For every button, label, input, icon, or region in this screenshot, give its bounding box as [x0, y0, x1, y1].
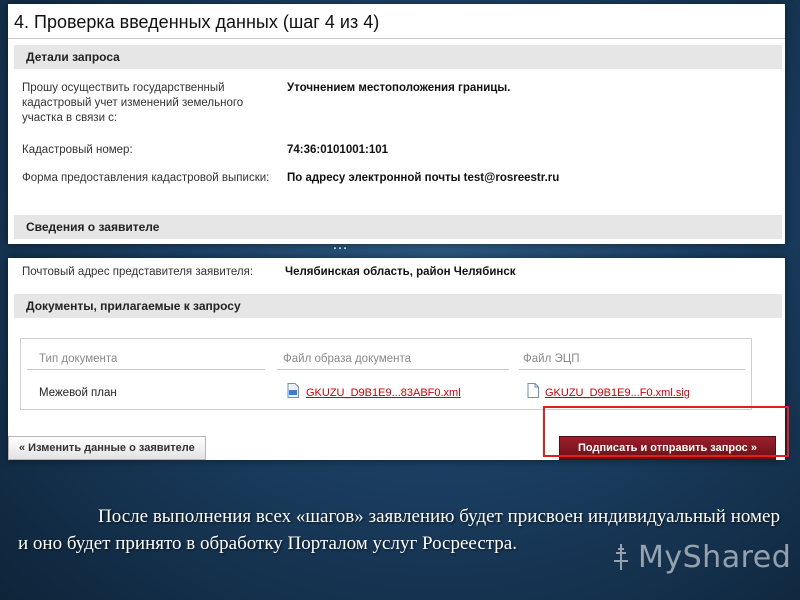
- change-applicant-button[interactable]: « Изменить данные о заявителе: [8, 436, 206, 460]
- field-label-delivery-form: Форма предоставления кадастровой выписки…: [22, 172, 270, 184]
- page-title: 4. Проверка введенных данных (шаг 4 из 4…: [14, 12, 379, 33]
- section-header-documents: Документы, прилагаемые к запросу: [14, 294, 782, 318]
- column-header-doc-type: Тип документа: [39, 353, 118, 365]
- request-summary-panel: 4. Проверка введенных данных (шаг 4 из 4…: [8, 4, 785, 244]
- documents-table: Тип документа Файл образа документа Файл…: [20, 338, 752, 410]
- title-divider: [8, 38, 785, 39]
- watermark-text: MyShared: [638, 540, 792, 575]
- column-divider: [277, 369, 509, 370]
- column-header-image-file: Файл образа документа: [283, 353, 412, 365]
- page-title-step: (шаг 4 из 4): [282, 12, 380, 32]
- doc-type-cell: Межевой план: [39, 387, 117, 399]
- postal-address-label: Почтовый адрес представителя заявителя:: [22, 266, 254, 278]
- omitted-content-ellipsis: …: [332, 236, 350, 253]
- column-divider: [519, 369, 745, 370]
- section-header-request-details: Детали запроса: [14, 45, 782, 69]
- field-value-delivery-form: По адресу электронной почты test@rosrees…: [287, 172, 560, 184]
- column-divider: [27, 369, 265, 370]
- field-value-reason: Уточнением местоположения границы.: [287, 82, 511, 94]
- tower-icon: [614, 544, 628, 570]
- signature-file-link[interactable]: GKUZU_D9B1E9...F0.xml.sig: [545, 387, 690, 399]
- image-file-link[interactable]: GKUZU_D9B1E9...83ABF0.xml: [306, 387, 461, 399]
- postal-address-value: Челябинская область, район Челябинск: [285, 266, 516, 278]
- field-label-reason: Прошу осуществить государственный кадаст…: [22, 82, 244, 124]
- section-header-applicant: Сведения о заявителе: [14, 215, 782, 239]
- page-title-main: 4. Проверка введенных данных: [14, 12, 278, 32]
- xml-file-icon: [287, 383, 299, 398]
- watermark: MyShared: [612, 540, 791, 575]
- signature-file-icon: [527, 383, 539, 398]
- field-label-cadastral-number: Кадастровый номер:: [22, 144, 133, 156]
- submit-highlight-frame: [543, 406, 789, 457]
- field-value-cadastral-number: 74:36:0101001:101: [287, 144, 389, 156]
- column-header-signature-file: Файл ЭЦП: [523, 353, 580, 365]
